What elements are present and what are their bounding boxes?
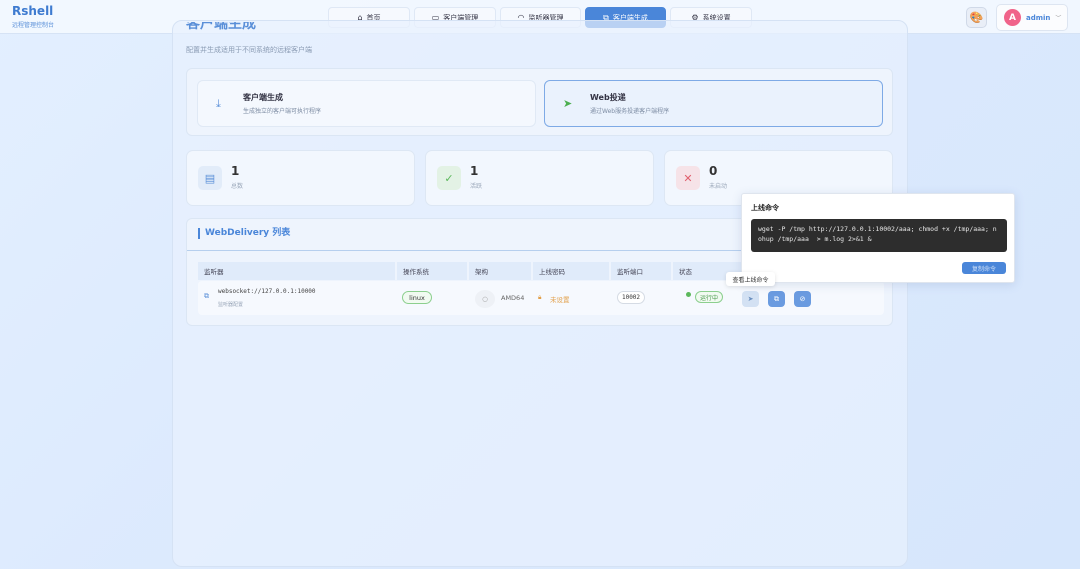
brand[interactable]: Rshell 远程管理控制台 [12,4,54,29]
copy-command-button[interactable]: 复制命令 [962,262,1006,274]
port-badge: 10002 [617,291,645,304]
theme-palette-button[interactable]: 🎨 [966,7,987,28]
mode-web-delivery[interactable]: ➤ Web投递 通过Web服务投递客户端程序 [544,80,883,127]
avatar: A [1004,9,1021,26]
stat-value: 1 [470,164,479,178]
arch-value: AMD64 [501,294,525,302]
list-title: WebDelivery 列表 [198,228,290,239]
password-value: 未设置 [550,296,570,304]
brand-subtitle: 远程管理控制台 [12,22,55,29]
os-badge: linux [402,291,432,304]
brand-title: Rshell [12,4,54,18]
copy-command-label: 复制命令 [971,265,996,273]
link-icon: ⧉ [204,292,209,300]
listener-address: websocket://127.0.0.1:10000 [218,288,316,295]
stat-label: 总数 [231,183,244,190]
mode-desc: 生成独立的客户端可执行程序 [243,108,322,115]
chevron-down-icon: ﹀ [1055,15,1062,22]
generation-mode-card: ⤓ 客户端生成 生成独立的客户端可执行程序 ➤ Web投递 通过Web服务投递客… [186,68,893,136]
user-name: admin [1026,13,1051,22]
copy-icon: ⧉ [774,294,779,303]
mode-desc: 通过Web服务投递客户端程序 [590,108,670,115]
check-circle-icon: ✓ [437,166,461,190]
page-title: 客户端生成 [186,22,256,32]
mode-client-generation[interactable]: ⤓ 客户端生成 生成独立的客户端可执行程序 [197,80,536,127]
stat-total: ▤ 1 总数 [186,150,415,206]
presentation-icon: ▤ [198,166,222,190]
column-header: 架构 [469,262,531,280]
copy-button[interactable]: ⧉ [768,291,785,307]
stat-value: 1 [231,164,240,178]
column-header: 监听器 [198,262,395,280]
stat-label: 活跃 [470,183,483,190]
column-header: 监听端口 [611,262,671,280]
palette-icon: 🎨 [969,11,984,24]
cpu-icon: ○ [475,290,495,308]
stop-button[interactable]: ⊘ [794,291,811,307]
mode-label: Web投递 [590,93,626,102]
status-dot [686,292,691,297]
view-command-button[interactable]: ➤ [742,291,759,307]
tooltip: 查看上线命令 [726,272,775,286]
close-circle-icon: ✕ [676,166,700,190]
column-header: 上线密码 [533,262,609,280]
lock-icon: 🔒︎ [538,293,542,301]
send-icon: ➤ [747,295,754,303]
send-icon: ➤ [563,97,573,110]
stat-value: 0 [709,164,718,178]
mode-label: 客户端生成 [243,93,283,102]
status-badge: 运行中 [695,291,723,303]
popover-title: 上线命令 [751,204,779,212]
listener-sub: 监听器配置 [218,302,244,308]
stat-active: ✓ 1 活跃 [425,150,654,206]
command-code[interactable]: wget -P /tmp http://127.0.0.1:10002/aaa;… [751,219,1007,252]
stat-label: 未启动 [709,183,728,190]
table-row: ⧉ websocket://127.0.0.1:10000 监听器配置 linu… [198,281,884,315]
user-menu-button[interactable]: A admin ﹀ [996,4,1068,31]
column-header: 操作系统 [397,262,467,280]
page-subtitle: 配置并生成适用于不同系统的远程客户端 [186,46,312,54]
download-icon: ⤓ [216,97,221,110]
stop-icon: ⊘ [799,295,806,303]
